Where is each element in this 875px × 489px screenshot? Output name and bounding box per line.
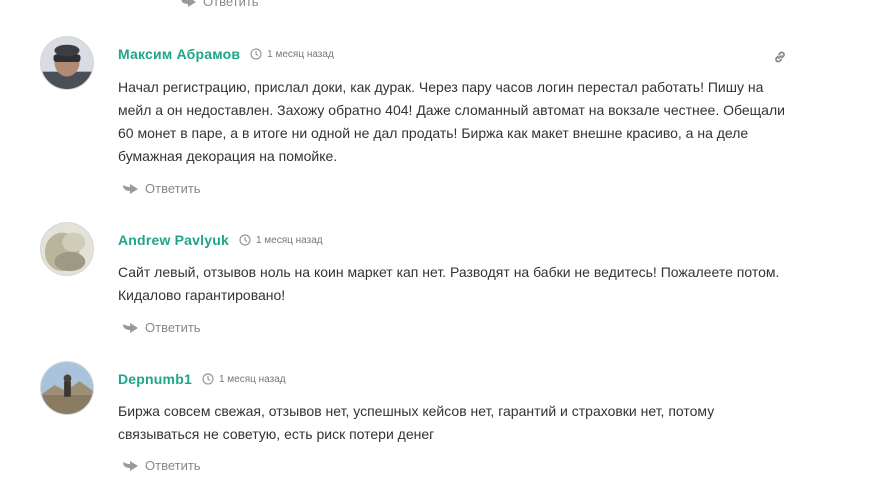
reply-arrow-icon	[123, 183, 138, 194]
comment-date[interactable]: 1 месяц назад	[256, 235, 323, 246]
clock-icon	[250, 48, 262, 60]
reply-arrow-icon	[123, 322, 138, 333]
reply-button[interactable]: Ответить	[122, 320, 201, 335]
clock-icon	[239, 234, 251, 246]
avatar[interactable]	[40, 222, 94, 276]
reply-label: Ответить	[145, 320, 201, 335]
comment-header: Максим Абрамов 1 месяц назад	[118, 46, 334, 62]
comment-text-line: бумажная декорация на помойке.	[118, 148, 338, 164]
comment-text-line: Биржа совсем свежая, отзывов нет, успешн…	[118, 403, 715, 419]
comment-text-line: Начал регистрацию, прислал доки, как дур…	[118, 79, 764, 95]
comment-text-line: мейл а он недоставлен. Захожу обратно 40…	[118, 102, 785, 118]
reply-label: Ответить	[145, 181, 201, 196]
reply-button[interactable]: Ответить	[122, 181, 201, 196]
comment-text: Биржа совсем свежая, отзывов нет, успешн…	[118, 400, 798, 446]
reply-arrow-icon	[181, 0, 196, 7]
avatar[interactable]	[40, 36, 94, 90]
author-name[interactable]: Depnumb1	[118, 371, 192, 387]
comment-text-line: Кидалово гарантировано!	[118, 287, 286, 303]
comment-text-line: связываться не советую, есть риск потери…	[118, 426, 435, 442]
avatar[interactable]	[40, 361, 94, 415]
comment-text-line: 60 монет в паре, а в итоге ни одной не д…	[118, 125, 749, 141]
comment-text: Начал регистрацию, прислал доки, как дур…	[118, 76, 798, 168]
comment-header: Andrew Pavlyuk 1 месяц назад	[118, 232, 323, 248]
reply-arrow-icon	[123, 460, 138, 471]
author-name[interactable]: Максим Абрамов	[118, 46, 240, 62]
comment-date[interactable]: 1 месяц назад	[267, 49, 334, 60]
link-icon[interactable]	[773, 50, 787, 64]
comment-date[interactable]: 1 месяц назад	[219, 374, 286, 385]
comment-text: Сайт левый, отзывов ноль на коин маркет …	[118, 261, 798, 307]
reply-label: Ответить	[145, 458, 201, 473]
reply-button-previous[interactable]: Ответить	[180, 0, 259, 9]
reply-button[interactable]: Ответить	[122, 458, 201, 473]
comment-header: Depnumb1 1 месяц назад	[118, 371, 286, 387]
clock-icon	[202, 373, 214, 385]
comment-text-line: Сайт левый, отзывов ноль на коин маркет …	[118, 264, 780, 280]
author-name[interactable]: Andrew Pavlyuk	[118, 232, 229, 248]
reply-label: Ответить	[203, 0, 259, 9]
